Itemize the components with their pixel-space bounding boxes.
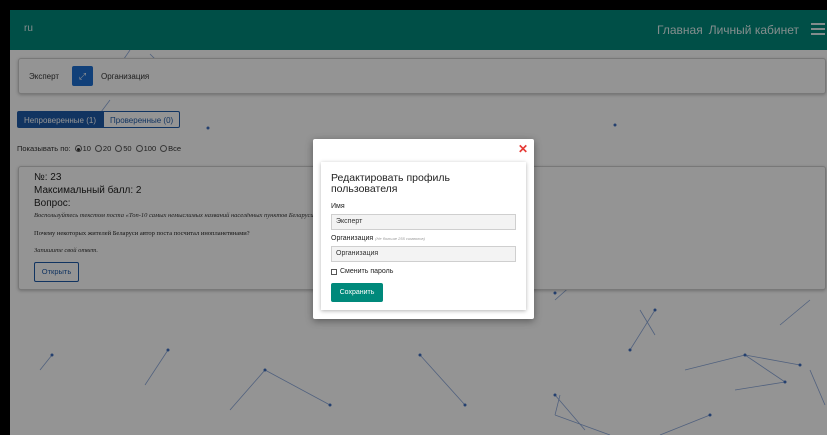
save-button[interactable]: Сохранить	[331, 283, 383, 302]
name-input[interactable]: Эксперт	[331, 214, 516, 230]
organization-label: Организация (Не больше 255 символов)	[331, 235, 425, 242]
change-password-label: Сменить пароль	[340, 268, 394, 275]
change-password-checkbox[interactable]: Сменить пароль	[331, 268, 393, 275]
organization-hint: (Не больше 255 символов)	[375, 236, 425, 241]
organization-label-text: Организация	[331, 235, 374, 242]
profile-form: Редактировать профиль пользователя Имя Э…	[321, 162, 526, 310]
checkbox-icon[interactable]	[331, 268, 337, 275]
name-label: Имя	[331, 203, 345, 210]
close-icon[interactable]: ✕	[518, 143, 528, 155]
modal-title: Редактировать профиль пользователя	[331, 172, 450, 195]
organization-input[interactable]: Организация	[331, 246, 516, 262]
edit-profile-modal: ✕ Редактировать профиль пользователя Имя…	[313, 139, 534, 319]
browser-viewport: ru Главная Личный кабинет Эксперт ⤢ Орга…	[10, 10, 827, 435]
